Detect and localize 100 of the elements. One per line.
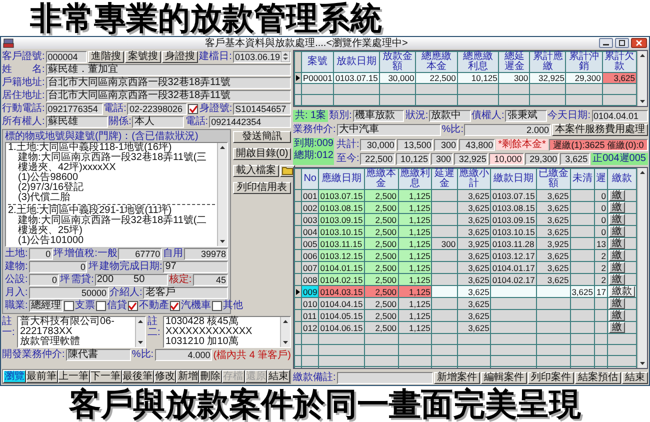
checkbox[interactable] [128, 300, 138, 310]
memo-field[interactable]: 1.土地:大同區中義段118-1地號(16坪) 建物:大同區南京西路一段32巷18弄11號(三樓邊夾、42坪)xxxxXX (1)公告98600 (2)97/3/16登記 (3)代償二胎 2.土地:大同區中義段291-1地號(11坪) 建物:大同區南京西路一段32巷18弄11號(二樓邊夾、25坪) (1)公告101000 [5, 142, 228, 247]
pay-button[interactable]: 繳 [608, 190, 625, 201]
number-field[interactable]: 13,500 [397, 138, 434, 150]
spinner-icon[interactable] [281, 51, 290, 62]
nav-button[interactable]: 最前筆 [26, 370, 58, 383]
text-field[interactable]: 機車放款 [352, 110, 404, 122]
pay-button[interactable]: 繳 [608, 310, 625, 321]
column-header[interactable]: 未清 [570, 168, 594, 190]
text-field[interactable]: 0921442354 [209, 116, 291, 128]
row-header[interactable] [294, 286, 302, 298]
text-field[interactable]: 000004 [46, 50, 88, 62]
date-field[interactable]: 0103.06.19 [232, 50, 291, 62]
number-field[interactable]: 22,500 [360, 152, 395, 164]
nav-button[interactable]: 最後筆 [122, 370, 154, 383]
pay-button[interactable]: 繳 [608, 226, 625, 237]
checkbox[interactable] [64, 300, 74, 310]
text-field[interactable]: 大中汽車 [336, 124, 441, 136]
number-field[interactable]: 2.000 [464, 124, 552, 136]
text-field[interactable]: 0921776354 [46, 102, 103, 114]
action-button[interactable]: 列印信用表 [233, 182, 291, 194]
text-field[interactable]: 陳代書 [66, 348, 131, 360]
pay-button[interactable]: 繳 [608, 250, 625, 261]
action-button[interactable]: 身證搜 [162, 50, 198, 62]
nav-button[interactable]: 修改 [154, 370, 176, 383]
scrollbar[interactable] [637, 51, 647, 106]
nav-button[interactable]: 刪除 [199, 370, 222, 383]
text-field[interactable]: 台北市大同區南京西路一段32巷18弄11號 [46, 76, 291, 88]
action-button[interactable]: 進階搜 [88, 50, 124, 62]
text-field[interactable]: 本人 [132, 116, 184, 128]
column-header[interactable]: 總應繳利息 [457, 52, 499, 72]
close-button[interactable] [631, 38, 647, 48]
text-field[interactable]: 02-22398026 [127, 102, 188, 114]
column-header[interactable]: 累計沖銷 [566, 52, 602, 72]
column-header[interactable]: 遲 [594, 168, 608, 190]
minimize-button[interactable] [599, 38, 613, 48]
column-header[interactable]: 放款日期 [334, 52, 380, 72]
maximize-button[interactable] [615, 38, 629, 48]
nav-button[interactable]: 新增 [176, 370, 200, 383]
scrollbar[interactable] [217, 143, 227, 246]
memo-field[interactable]: 1030428 核45萬 XXXXXXXXXXXXX 1031210 加10萬 [162, 316, 291, 348]
column-header[interactable]: 繳款 [607, 168, 636, 190]
pay-button[interactable]: 繳 [608, 298, 625, 309]
number-field[interactable]: 43,800 [459, 138, 496, 150]
scrollbar[interactable] [637, 168, 647, 368]
memo-field[interactable]: 普大科技有限公司06-2221783XX 放款管理軟體 [17, 316, 146, 348]
text-field[interactable]: 張秉斌 [505, 110, 547, 122]
number-field[interactable]: 30,000 [360, 138, 396, 150]
row-header[interactable] [294, 72, 302, 84]
pay-button[interactable]: 繳 [608, 262, 625, 273]
action-button[interactable]: 載入檔案 [233, 164, 279, 176]
scrollbar[interactable] [280, 317, 290, 347]
text-field[interactable]: 蘇民雄．董加宜 [46, 64, 291, 76]
text-field[interactable]: 0104.04.01 [592, 110, 648, 122]
column-header[interactable]: 累計欠款 [602, 52, 636, 72]
column-header[interactable]: 延遲金 [432, 168, 458, 190]
column-header[interactable]: 案號 [302, 52, 334, 72]
number-field[interactable]: 3,625 [560, 152, 590, 164]
action-button[interactable]: 開啟目錄(0) [233, 148, 292, 160]
text-field[interactable]: 台北市大同區南京西路一段32巷18弄11號 [46, 90, 291, 102]
number-field[interactable]: 67770 [118, 248, 162, 260]
column-header[interactable]: 繳款日期 [490, 168, 536, 190]
column-header[interactable]: 總延遲金 [498, 52, 530, 72]
pay-button[interactable]: 繳 [608, 238, 625, 249]
checkbox[interactable] [212, 300, 222, 310]
checkbox[interactable] [188, 104, 198, 114]
action-button[interactable]: 結案預估 [575, 372, 621, 384]
action-button[interactable]: 案號搜 [125, 50, 162, 62]
number-field[interactable]: 300 [431, 152, 453, 164]
number-field[interactable]: 32,925 [454, 152, 488, 164]
checkbox[interactable] [96, 300, 106, 310]
number-field[interactable]: 0 [28, 274, 60, 286]
number-field[interactable]: 10,125 [396, 152, 430, 164]
text-field[interactable]: 200 50 [94, 274, 168, 286]
nav-button[interactable]: 瀏覽 [3, 370, 26, 383]
text-field[interactable] [336, 372, 433, 384]
pay-button[interactable]: 繳 [608, 202, 625, 213]
text-field[interactable]: 老客戶 [143, 286, 228, 298]
nav-button[interactable]: 上一筆 [58, 370, 90, 383]
text-field[interactable]: 97 [163, 260, 228, 272]
nav-button[interactable]: 結束 [267, 370, 290, 383]
number-field[interactable]: 4.000 [154, 348, 212, 360]
text-field[interactable]: S101454657 [233, 102, 292, 114]
number-field[interactable]: 300 [434, 138, 458, 150]
column-header[interactable]: 應繳日期 [318, 168, 364, 190]
number-field[interactable]: 29,300 [524, 152, 560, 164]
column-header[interactable]: 總應繳本金 [416, 52, 458, 72]
checkbox[interactable] [170, 300, 180, 310]
nav-button[interactable]: 下一筆 [90, 370, 122, 383]
text-field[interactable]: 總經理 [28, 300, 63, 312]
pay-button[interactable]: 繳款 [608, 286, 635, 297]
column-header[interactable]: 已繳金額 [536, 168, 570, 190]
column-header[interactable]: 累計應繳 [530, 52, 566, 72]
number-field[interactable]: 45 [192, 274, 228, 286]
scrollbar[interactable] [134, 317, 144, 347]
action-button[interactable]: 結束 [622, 372, 648, 384]
pay-button[interactable]: 繳 [608, 322, 625, 333]
number-field[interactable]: 0 [28, 260, 88, 272]
action-button[interactable]: 編輯案件 [481, 372, 527, 384]
text-field[interactable]: 放款中 [429, 110, 471, 122]
